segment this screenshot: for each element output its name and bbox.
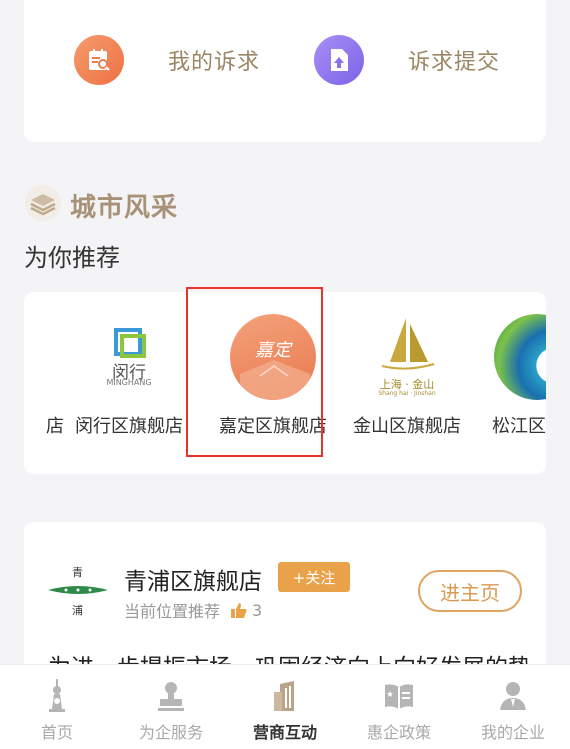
section-title: 城市风采: [70, 192, 179, 223]
tab-label: 惠企政策: [366, 723, 431, 742]
calendar-search-icon: [74, 35, 124, 85]
tab-home[interactable]: 首页: [0, 665, 114, 749]
tab-label: 营商互动: [252, 723, 317, 742]
bottom-tab-bar: 首页 为企服务 营商互动 惠企政策 我的企业: [0, 664, 570, 749]
thumbs-up-icon[interactable]: [230, 601, 248, 619]
qingpu-logo: 青 浦: [46, 562, 134, 620]
my-appeals-button[interactable]: 我的诉求: [74, 35, 260, 85]
feed-store-title: 青浦区旗舰店: [124, 569, 262, 595]
like-count: 3: [252, 600, 263, 620]
building-icon: [268, 679, 302, 713]
store-name: 松江区旗舰店: [492, 416, 546, 437]
tab-policies[interactable]: 惠企政策: [342, 665, 456, 749]
stamp-icon: [154, 679, 188, 713]
tab-label: 为企服务: [138, 723, 203, 742]
store-name: 店: [46, 416, 64, 437]
jinshan-logo: 上海 · 金山 Shang hai · Jinshan: [364, 314, 450, 400]
submit-appeal-label: 诉求提交: [408, 50, 501, 75]
visit-homepage-button[interactable]: 进主页: [418, 570, 522, 612]
tower-icon: [40, 679, 74, 713]
user-icon: [496, 679, 530, 713]
tab-label: 首页: [40, 723, 73, 742]
submit-appeal-button[interactable]: 诉求提交: [314, 35, 500, 85]
tab-enterprise-services[interactable]: 为企服务: [114, 665, 228, 749]
recommend-heading: 为你推荐: [24, 244, 120, 272]
selected-highlight-frame: [186, 287, 323, 457]
store-item-minhang[interactable]: 闵行 MINGHANG 闵行区旗舰店: [64, 292, 194, 474]
tab-label: 我的企业: [480, 723, 545, 742]
policy-book-icon: [382, 679, 416, 713]
store-name: 闵行区旗舰店: [75, 416, 183, 437]
layers-icon: [24, 184, 62, 226]
quick-actions-card: 我的诉求 诉求提交: [24, 0, 546, 142]
location-label: 当前位置推荐: [124, 602, 221, 621]
store-item-jinshan[interactable]: 上海 · 金山 Shang hai · Jinshan 金山区旗舰店: [342, 292, 472, 474]
store-item-songjiang[interactable]: 松江区旗舰店: [472, 292, 546, 474]
songjiang-logo: [494, 314, 546, 400]
follow-button[interactable]: +关注: [278, 562, 350, 592]
section-header: 城市风采: [24, 184, 178, 226]
store-name: 金山区旗舰店: [353, 416, 461, 437]
minhang-logo: 闵行 MINGHANG: [86, 314, 172, 400]
tab-my-enterprise[interactable]: 我的企业: [456, 665, 570, 749]
upload-file-icon: [314, 35, 364, 85]
store-item-partial[interactable]: 店: [24, 292, 64, 474]
feed-meta: 当前位置推荐 3: [124, 598, 262, 622]
tab-business-interaction[interactable]: 营商互动: [228, 665, 342, 749]
my-appeals-label: 我的诉求: [168, 50, 261, 75]
